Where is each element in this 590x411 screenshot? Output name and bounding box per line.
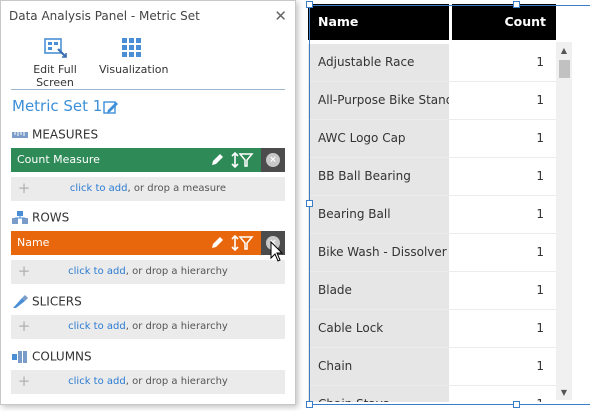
count-cell: 1 bbox=[452, 196, 556, 233]
measures-label: MEASURES bbox=[32, 127, 99, 142]
measure-field-label: Count Measure bbox=[17, 153, 100, 166]
name-cell: Bike Wash - Dissolver bbox=[308, 234, 449, 271]
click-to-add-link[interactable]: click to add bbox=[68, 376, 126, 387]
close-icon[interactable]: ✕ bbox=[274, 7, 287, 25]
columns-drop-zone[interactable]: + click to add, or drop a hierarchy bbox=[11, 370, 285, 394]
edit-metric-set-icon[interactable] bbox=[103, 99, 119, 115]
resize-handle-bottom-left[interactable] bbox=[306, 401, 313, 408]
pencil-icon[interactable] bbox=[210, 235, 225, 250]
measures-icon bbox=[12, 131, 28, 138]
name-cell: BB Ball Bearing bbox=[308, 158, 449, 195]
columns-icon bbox=[12, 350, 27, 363]
name-cell: Chain bbox=[308, 348, 449, 385]
table-header: Name Count Measure bbox=[308, 4, 556, 65]
click-to-add-link[interactable]: click to add bbox=[68, 266, 126, 277]
edit-full-screen-label: Edit Full Screen bbox=[33, 63, 77, 89]
scroll-down-icon[interactable]: ▼ bbox=[556, 386, 572, 400]
rows-drop-zone[interactable]: + click to add, or drop a hierarchy bbox=[11, 260, 285, 284]
count-cell: 1 bbox=[452, 120, 556, 157]
sort-filter-icon[interactable] bbox=[230, 235, 254, 251]
measures-drop-text: click to add, or drop a measure bbox=[11, 177, 285, 201]
resize-handle-top-left[interactable] bbox=[306, 1, 313, 8]
table-body: Adjustable Race 1 All-Purpose Bike Stand 1… bbox=[308, 44, 556, 402]
count-cell: 1 bbox=[452, 310, 556, 347]
row-field-name[interactable]: Name × bbox=[11, 231, 285, 255]
slicers-drop-text: click to add, or drop a hierarchy bbox=[11, 315, 285, 339]
table-row[interactable]: Cable Lock 1 bbox=[308, 310, 556, 348]
edit-full-screen-icon bbox=[44, 38, 67, 58]
slicer-icon bbox=[13, 294, 28, 308]
count-cell: 1 bbox=[452, 386, 556, 402]
table-scrollbar[interactable]: ▲ ▼ bbox=[556, 42, 572, 400]
remove-measure-button[interactable]: × bbox=[261, 148, 285, 172]
columns-drop-text: click to add, or drop a hierarchy bbox=[11, 370, 285, 394]
columns-section-label: COLUMNS bbox=[12, 349, 92, 364]
remove-icon: × bbox=[266, 153, 280, 167]
visualization-button[interactable]: Visualization bbox=[99, 35, 169, 76]
resize-handle-bottom-middle[interactable] bbox=[513, 401, 520, 408]
click-to-add-link[interactable]: click to add bbox=[70, 183, 128, 194]
measures-drop-zone[interactable]: + click to add, or drop a measure bbox=[11, 177, 285, 201]
panel-title: Data Analysis Panel - Metric Set bbox=[9, 9, 200, 23]
measures-section-label: MEASURES bbox=[12, 127, 98, 142]
slicers-section-label: SLICERS bbox=[12, 294, 82, 309]
slicers-drop-zone[interactable]: + click to add, or drop a hierarchy bbox=[11, 315, 285, 339]
rows-drop-text: click to add, or drop a hierarchy bbox=[11, 260, 285, 284]
metric-set-title: Metric Set 1 bbox=[12, 97, 103, 115]
name-cell: Blade bbox=[308, 272, 449, 309]
slicers-label: SLICERS bbox=[32, 294, 82, 309]
edit-full-screen-button[interactable]: Edit Full Screen bbox=[15, 35, 95, 89]
table-row[interactable]: Chain 1 bbox=[308, 348, 556, 386]
drop-hint: , or drop a measure bbox=[127, 183, 227, 194]
scroll-up-icon[interactable]: ▲ bbox=[556, 44, 572, 58]
columns-label: COLUMNS bbox=[32, 349, 92, 364]
count-cell: 1 bbox=[452, 234, 556, 271]
measure-field-count-measure[interactable]: Count Measure × bbox=[11, 148, 285, 172]
table-row[interactable]: Bearing Ball 1 bbox=[308, 196, 556, 234]
name-cell: AWC Logo Cap bbox=[308, 120, 449, 157]
column-header-name[interactable]: Name bbox=[308, 4, 448, 40]
data-analysis-panel: Data Analysis Panel - Metric Set ✕ Edit … bbox=[0, 0, 296, 405]
name-cell: Adjustable Race bbox=[308, 44, 449, 81]
rows-label: ROWS bbox=[32, 210, 70, 225]
resize-handle-middle-left[interactable] bbox=[306, 200, 313, 207]
count-cell: 1 bbox=[452, 348, 556, 385]
rows-section-label: ROWS bbox=[12, 210, 69, 225]
drop-hint: , or drop a hierarchy bbox=[125, 321, 228, 332]
panel-toolbar: Edit Full Screen Visualization bbox=[1, 35, 295, 89]
table-row[interactable]: Blade 1 bbox=[308, 272, 556, 310]
data-table: Name Count Measure Adjustable Race1 All-… bbox=[308, 2, 590, 402]
mouse-cursor-icon bbox=[270, 241, 284, 262]
click-to-add-link[interactable]: click to add bbox=[68, 321, 126, 332]
table-row[interactable]: Adjustable Race 1 bbox=[308, 44, 556, 82]
column-header-count-measure[interactable]: Count Measure bbox=[452, 4, 556, 65]
table-row[interactable]: Chain Stays1 bbox=[308, 386, 556, 402]
table-row[interactable]: All-Purpose Bike Stand 1 bbox=[308, 82, 556, 120]
panel-titlebar[interactable]: Data Analysis Panel - Metric Set ✕ bbox=[1, 1, 295, 31]
name-cell: Chain Stays bbox=[308, 386, 449, 402]
sort-filter-icon[interactable] bbox=[230, 152, 254, 168]
scroll-thumb[interactable] bbox=[559, 60, 570, 78]
name-cell: All-Purpose Bike Stand bbox=[308, 82, 449, 119]
row-field-label: Name bbox=[17, 236, 50, 249]
table-row[interactable]: Bike Wash - Dissolver 1 bbox=[308, 234, 556, 272]
count-cell: 1 bbox=[452, 82, 556, 119]
table-row[interactable]: AWC Logo Cap 1 bbox=[308, 120, 556, 158]
drop-hint: , or drop a hierarchy bbox=[125, 376, 228, 387]
count-cell: 1 bbox=[452, 272, 556, 309]
table-row[interactable]: BB Ball Bearing 1 bbox=[308, 158, 556, 196]
count-cell: 1 bbox=[452, 158, 556, 195]
grid-icon bbox=[122, 38, 141, 57]
pencil-icon[interactable] bbox=[210, 152, 225, 167]
name-cell: Bearing Ball bbox=[308, 196, 449, 233]
count-cell: 1 bbox=[452, 44, 556, 81]
rows-icon bbox=[12, 210, 28, 224]
drop-hint: , or drop a hierarchy bbox=[125, 266, 228, 277]
name-cell: Cable Lock bbox=[308, 310, 449, 347]
resize-handle-top-middle[interactable] bbox=[513, 1, 520, 8]
visualization-label: Visualization bbox=[99, 63, 169, 76]
toolbar-divider bbox=[11, 89, 285, 90]
